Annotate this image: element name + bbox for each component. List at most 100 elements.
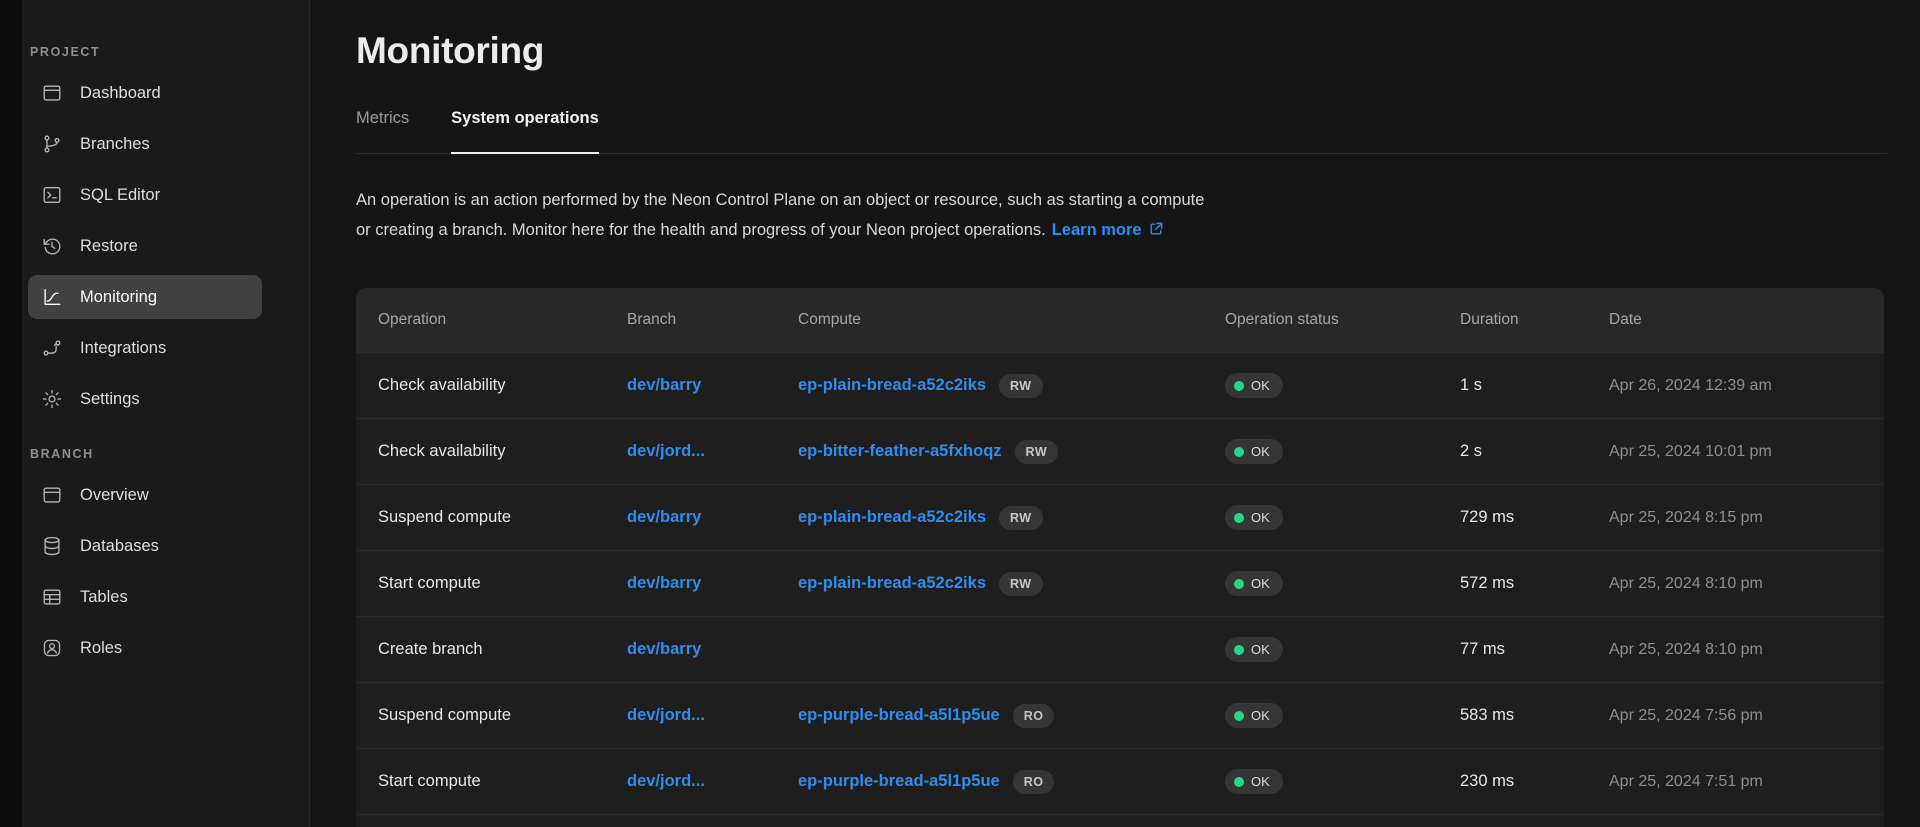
date-value: Apr 25, 2024 8:10 pm — [1609, 641, 1763, 659]
status-dot-icon — [1234, 447, 1244, 457]
operation-cell: Suspend compute — [378, 706, 627, 725]
compute-link[interactable]: ep-bitter-feather-a5fxhoqz — [798, 442, 1002, 461]
sidebar-item-branches[interactable]: Branches — [28, 122, 262, 166]
operation-label: Check availability — [378, 442, 505, 461]
tab-system-operations[interactable]: System operations — [451, 109, 599, 154]
compute-type-badge: RW — [999, 572, 1043, 596]
status-badge: OK — [1225, 637, 1283, 662]
table-row: Check availability dev/barry ep-plain-brea… — [356, 352, 1884, 418]
external-link-icon — [1148, 221, 1164, 237]
table-row: Create branchdev/barryOK77 msApr 25, 202… — [356, 616, 1884, 682]
branch-link[interactable]: dev/barry — [627, 640, 701, 659]
table-row-partial — [356, 814, 1884, 827]
compute-link[interactable]: ep-plain-bread-a52c2iks — [798, 574, 986, 593]
sidebar-section: PROJECTDashboardBranchesSQL EditorRestor… — [28, 45, 309, 421]
status-label: OK — [1251, 774, 1270, 789]
integrations-icon — [40, 336, 64, 360]
compute-cell: ep-plain-bread-a52c2iks RW — [798, 506, 1225, 530]
status-badge: OK — [1225, 439, 1283, 464]
status-dot-icon — [1234, 777, 1244, 787]
operation-label: Start compute — [378, 574, 481, 593]
branch-cell: dev/barry — [627, 640, 798, 659]
branch-link[interactable]: dev/barry — [627, 574, 701, 593]
sidebar-item-label: Branches — [80, 135, 150, 154]
operation-label: Suspend compute — [378, 706, 511, 725]
operation-cell: Start compute — [378, 772, 627, 791]
compute-link[interactable]: ep-purple-bread-a5l1p5ue — [798, 706, 1000, 725]
sidebar-item-integrations[interactable]: Integrations — [28, 326, 262, 370]
compute-link[interactable]: ep-plain-bread-a52c2iks — [798, 376, 986, 395]
branch-link[interactable]: dev/jord... — [627, 442, 705, 461]
duration-value: 572 ms — [1460, 574, 1514, 593]
page-title: Monitoring — [356, 30, 1920, 72]
date-value: Apr 26, 2024 12:39 am — [1609, 377, 1772, 395]
status-cell: OK — [1225, 637, 1460, 662]
compute-type-badge: RW — [1015, 440, 1059, 464]
neon-console-monitoring: { "sidebar": { "sections": [ { "label": … — [0, 0, 1920, 827]
status-dot-icon — [1234, 513, 1244, 523]
column-header-operation: Operation — [378, 311, 627, 329]
operation-label: Suspend compute — [378, 508, 511, 527]
date-cell: Apr 25, 2024 8:15 pm — [1609, 509, 1884, 527]
compute-type-badge: RO — [1013, 770, 1055, 794]
status-label: OK — [1251, 708, 1270, 723]
branch-link[interactable]: dev/jord... — [627, 706, 705, 725]
sidebar-item-dashboard[interactable]: Dashboard — [28, 71, 262, 115]
compute-cell: ep-bitter-feather-a5fxhoqz RW — [798, 440, 1225, 464]
sidebar-item-restore[interactable]: Restore — [28, 224, 262, 268]
table-row: Start computedev/jord... ep-purple-bread-… — [356, 748, 1884, 814]
date-value: Apr 25, 2024 8:10 pm — [1609, 575, 1763, 593]
sidebar-item-sql-editor[interactable]: SQL Editor — [28, 173, 262, 217]
sidebar-item-label: Roles — [80, 639, 122, 658]
window-icon — [40, 81, 64, 105]
tab-metrics[interactable]: Metrics — [356, 109, 409, 154]
sidebar-item-overview[interactable]: Overview — [28, 473, 262, 517]
sidebar-item-tables[interactable]: Tables — [28, 575, 262, 619]
branch-link[interactable]: dev/barry — [627, 508, 701, 527]
duration-value: 1 s — [1460, 376, 1482, 395]
sidebar-item-label: Databases — [80, 537, 159, 556]
compute-link[interactable]: ep-purple-bread-a5l1p5ue — [798, 772, 1000, 791]
status-label: OK — [1251, 576, 1270, 591]
gear-icon — [40, 387, 64, 411]
duration-value: 77 ms — [1460, 640, 1505, 659]
compute-type-badge: RW — [999, 374, 1043, 398]
duration-cell: 2 s — [1460, 442, 1609, 461]
sidebar-item-label: SQL Editor — [80, 186, 160, 205]
branch-link[interactable]: dev/barry — [627, 376, 701, 395]
tab-bar: Metrics System operations — [356, 109, 1887, 154]
sidebar-item-label: Tables — [80, 588, 128, 607]
sidebar-item-settings[interactable]: Settings — [28, 377, 262, 421]
date-value: Apr 25, 2024 7:56 pm — [1609, 707, 1763, 725]
branch-link[interactable]: dev/jord... — [627, 772, 705, 791]
sidebar-item-label: Monitoring — [80, 288, 157, 307]
date-value: Apr 25, 2024 8:15 pm — [1609, 509, 1763, 527]
status-cell: OK — [1225, 703, 1460, 728]
branch-cell: dev/jord... — [627, 442, 798, 461]
column-header-date: Date — [1609, 311, 1884, 329]
compute-cell: ep-purple-bread-a5l1p5ue RO — [798, 770, 1225, 794]
compute-link[interactable]: ep-plain-bread-a52c2iks — [798, 508, 986, 527]
sidebar-section: BRANCHOverview Databases Tables Roles — [28, 447, 309, 670]
status-badge: OK — [1225, 373, 1283, 398]
sidebar-item-monitoring[interactable]: Monitoring — [28, 275, 262, 319]
status-badge: OK — [1225, 505, 1283, 530]
status-label: OK — [1251, 642, 1270, 657]
compute-type-badge: RW — [999, 506, 1043, 530]
column-header-compute: Compute — [798, 311, 1225, 329]
duration-cell: 1 s — [1460, 376, 1609, 395]
status-badge: OK — [1225, 769, 1283, 794]
chart-line-icon — [40, 285, 64, 309]
sidebar-section-label: BRANCH — [28, 447, 309, 473]
operation-label: Check availability — [378, 376, 505, 395]
sidebar-item-label: Settings — [80, 390, 140, 409]
operation-cell: Check availability — [378, 442, 627, 461]
sidebar-item-databases[interactable]: Databases — [28, 524, 262, 568]
sidebar-item-roles[interactable]: Roles — [28, 626, 262, 670]
date-cell: Apr 25, 2024 8:10 pm — [1609, 575, 1884, 593]
status-cell: OK — [1225, 769, 1460, 794]
learn-more-link[interactable]: Learn more — [1052, 221, 1164, 239]
status-dot-icon — [1234, 645, 1244, 655]
date-cell: Apr 25, 2024 8:10 pm — [1609, 641, 1884, 659]
database-icon — [40, 534, 64, 558]
